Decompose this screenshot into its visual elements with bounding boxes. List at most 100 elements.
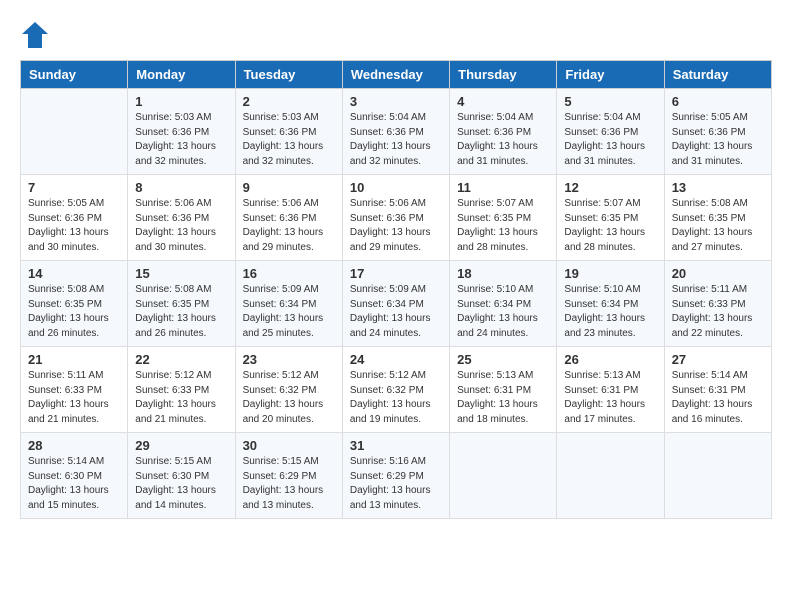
day-number: 20 [672, 266, 764, 281]
day-number: 15 [135, 266, 227, 281]
calendar-cell: 10Sunrise: 5:06 AM Sunset: 6:36 PM Dayli… [342, 175, 449, 261]
day-number: 27 [672, 352, 764, 367]
day-info: Sunrise: 5:12 AM Sunset: 6:33 PM Dayligh… [135, 369, 227, 427]
column-header-sunday: Sunday [21, 61, 128, 89]
day-info: Sunrise: 5:07 AM Sunset: 6:35 PM Dayligh… [457, 197, 549, 255]
day-info: Sunrise: 5:10 AM Sunset: 6:34 PM Dayligh… [457, 283, 549, 341]
day-info: Sunrise: 5:13 AM Sunset: 6:31 PM Dayligh… [457, 369, 549, 427]
day-info: Sunrise: 5:08 AM Sunset: 6:35 PM Dayligh… [672, 197, 764, 255]
calendar-cell: 6Sunrise: 5:05 AM Sunset: 6:36 PM Daylig… [664, 89, 771, 175]
day-number: 8 [135, 180, 227, 195]
column-header-friday: Friday [557, 61, 664, 89]
calendar-cell: 24Sunrise: 5:12 AM Sunset: 6:32 PM Dayli… [342, 347, 449, 433]
day-info: Sunrise: 5:10 AM Sunset: 6:34 PM Dayligh… [564, 283, 656, 341]
day-number: 23 [243, 352, 335, 367]
day-info: Sunrise: 5:15 AM Sunset: 6:29 PM Dayligh… [243, 455, 335, 513]
calendar-cell: 26 Sunrise: 5:13 AM Sunset: 6:31 PM Dayli… [557, 347, 664, 433]
calendar-cell: 5Sunrise: 5:04 AM Sunset: 6:36 PM Daylig… [557, 89, 664, 175]
calendar-cell: 14 Sunrise: 5:08 AM Sunset: 6:35 PM Dayli… [21, 261, 128, 347]
day-number: 31 [350, 438, 442, 453]
day-info: Sunrise: 5:03 AM Sunset: 6:36 PM Dayligh… [243, 111, 335, 169]
day-number: 1 [135, 94, 227, 109]
day-info: Sunrise: 5:12 AM Sunset: 6:32 PM Dayligh… [243, 369, 335, 427]
day-number: 25 [457, 352, 549, 367]
calendar-cell: 13 Sunrise: 5:08 AM Sunset: 6:35 PM Dayli… [664, 175, 771, 261]
day-info: Sunrise: 5:05 AM Sunset: 6:36 PM Dayligh… [28, 197, 120, 255]
calendar-cell: 29 Sunrise: 5:15 AM Sunset: 6:30 PM Dayli… [128, 433, 235, 519]
day-info: Sunrise: 5:07 AM Sunset: 6:35 PM Dayligh… [564, 197, 656, 255]
day-info: Sunrise: 5:04 AM Sunset: 6:36 PM Dayligh… [457, 111, 549, 169]
day-info: Sunrise: 5:09 AM Sunset: 6:34 PM Dayligh… [243, 283, 335, 341]
day-number: 2 [243, 94, 335, 109]
calendar-cell: 16 Sunrise: 5:09 AM Sunset: 6:34 PM Dayli… [235, 261, 342, 347]
day-number: 4 [457, 94, 549, 109]
day-number: 30 [243, 438, 335, 453]
calendar-cell: 20 Sunrise: 5:11 AM Sunset: 6:33 PM Dayli… [664, 261, 771, 347]
day-number: 7 [28, 180, 120, 195]
day-info: Sunrise: 5:15 AM Sunset: 6:30 PM Dayligh… [135, 455, 227, 513]
calendar-cell: 22 Sunrise: 5:12 AM Sunset: 6:33 PM Dayli… [128, 347, 235, 433]
day-number: 9 [243, 180, 335, 195]
column-header-tuesday: Tuesday [235, 61, 342, 89]
day-info: Sunrise: 5:14 AM Sunset: 6:30 PM Dayligh… [28, 455, 120, 513]
day-info: Sunrise: 5:08 AM Sunset: 6:35 PM Dayligh… [28, 283, 120, 341]
day-info: Sunrise: 5:11 AM Sunset: 6:33 PM Dayligh… [28, 369, 120, 427]
column-header-saturday: Saturday [664, 61, 771, 89]
calendar-cell [21, 89, 128, 175]
day-number: 28 [28, 438, 120, 453]
day-number: 29 [135, 438, 227, 453]
calendar-cell: 21 Sunrise: 5:11 AM Sunset: 6:33 PM Dayli… [21, 347, 128, 433]
day-number: 11 [457, 180, 549, 195]
calendar-cell: 15 Sunrise: 5:08 AM Sunset: 6:35 PM Dayli… [128, 261, 235, 347]
calendar-table: SundayMondayTuesdayWednesdayThursdayFrid… [20, 60, 772, 519]
column-header-monday: Monday [128, 61, 235, 89]
day-number: 3 [350, 94, 442, 109]
day-number: 19 [564, 266, 656, 281]
calendar-cell: 28 Sunrise: 5:14 AM Sunset: 6:30 PM Dayli… [21, 433, 128, 519]
day-number: 22 [135, 352, 227, 367]
day-info: Sunrise: 5:06 AM Sunset: 6:36 PM Dayligh… [135, 197, 227, 255]
column-header-thursday: Thursday [450, 61, 557, 89]
calendar-cell: 25 Sunrise: 5:13 AM Sunset: 6:31 PM Dayli… [450, 347, 557, 433]
day-info: Sunrise: 5:11 AM Sunset: 6:33 PM Dayligh… [672, 283, 764, 341]
calendar-cell [557, 433, 664, 519]
calendar-cell: 30 Sunrise: 5:15 AM Sunset: 6:29 PM Dayli… [235, 433, 342, 519]
day-number: 16 [243, 266, 335, 281]
day-info: Sunrise: 5:08 AM Sunset: 6:35 PM Dayligh… [135, 283, 227, 341]
day-number: 18 [457, 266, 549, 281]
calendar-cell: 12 Sunrise: 5:07 AM Sunset: 6:35 PM Dayli… [557, 175, 664, 261]
day-info: Sunrise: 5:14 AM Sunset: 6:31 PM Dayligh… [672, 369, 764, 427]
calendar-cell: 4 Sunrise: 5:04 AM Sunset: 6:36 PM Daylig… [450, 89, 557, 175]
day-info: Sunrise: 5:03 AM Sunset: 6:36 PM Dayligh… [135, 111, 227, 169]
calendar-cell: 1 Sunrise: 5:03 AM Sunset: 6:36 PM Daylig… [128, 89, 235, 175]
calendar-cell: 9 Sunrise: 5:06 AM Sunset: 6:36 PM Daylig… [235, 175, 342, 261]
calendar-cell: 3 Sunrise: 5:04 AM Sunset: 6:36 PM Daylig… [342, 89, 449, 175]
day-number: 24 [350, 352, 442, 367]
calendar-cell: 18 Sunrise: 5:10 AM Sunset: 6:34 PM Dayli… [450, 261, 557, 347]
day-info: Sunrise: 5:04 AM Sunset: 6:36 PM Dayligh… [350, 111, 442, 169]
day-number: 13 [672, 180, 764, 195]
day-info: Sunrise: 5:16 AM Sunset: 6:29 PM Dayligh… [350, 455, 442, 513]
day-number: 14 [28, 266, 120, 281]
calendar-cell: 11 Sunrise: 5:07 AM Sunset: 6:35 PM Dayli… [450, 175, 557, 261]
day-info: Sunrise: 5:06 AM Sunset: 6:36 PM Dayligh… [350, 197, 442, 255]
day-number: 21 [28, 352, 120, 367]
day-info: Sunrise: 5:13 AM Sunset: 6:31 PM Dayligh… [564, 369, 656, 427]
day-number: 26 [564, 352, 656, 367]
calendar-cell: 23 Sunrise: 5:12 AM Sunset: 6:32 PM Dayli… [235, 347, 342, 433]
calendar-cell: 8 Sunrise: 5:06 AM Sunset: 6:36 PM Daylig… [128, 175, 235, 261]
day-info: Sunrise: 5:04 AM Sunset: 6:36 PM Dayligh… [564, 111, 656, 169]
day-info: Sunrise: 5:06 AM Sunset: 6:36 PM Dayligh… [243, 197, 335, 255]
day-info: Sunrise: 5:09 AM Sunset: 6:34 PM Dayligh… [350, 283, 442, 341]
column-header-wednesday: Wednesday [342, 61, 449, 89]
logo [20, 20, 54, 50]
calendar-cell [450, 433, 557, 519]
calendar-cell: 31 Sunrise: 5:16 AM Sunset: 6:29 PM Dayli… [342, 433, 449, 519]
calendar-cell [664, 433, 771, 519]
calendar-cell: 27 Sunrise: 5:14 AM Sunset: 6:31 PM Dayli… [664, 347, 771, 433]
day-info: Sunrise: 5:05 AM Sunset: 6:36 PM Dayligh… [672, 111, 764, 169]
calendar-cell: 17Sunrise: 5:09 AM Sunset: 6:34 PM Dayli… [342, 261, 449, 347]
calendar-cell: 19 Sunrise: 5:10 AM Sunset: 6:34 PM Dayli… [557, 261, 664, 347]
calendar-cell: 7 Sunrise: 5:05 AM Sunset: 6:36 PM Daylig… [21, 175, 128, 261]
day-number: 12 [564, 180, 656, 195]
